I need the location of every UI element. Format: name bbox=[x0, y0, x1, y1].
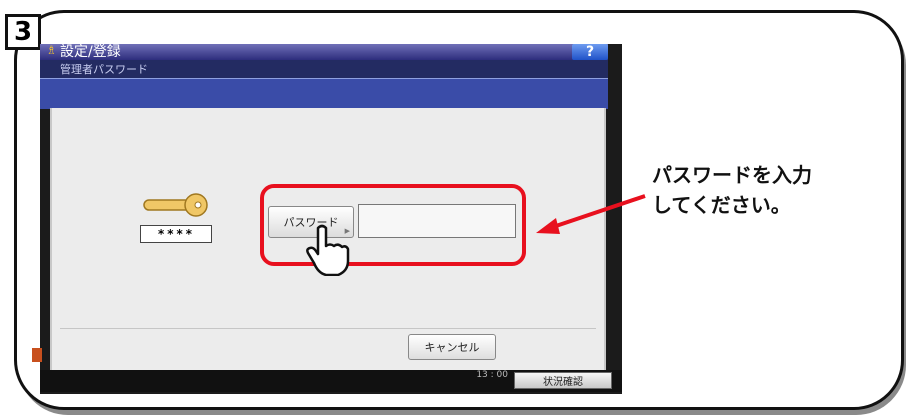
header-band bbox=[40, 78, 608, 109]
screen-subtitle: 管理者パスワード bbox=[60, 63, 148, 76]
clock: 13 : 00 bbox=[476, 370, 508, 380]
subtitle-bar: 管理者パスワード bbox=[40, 60, 608, 78]
callout-line-2: してください。 bbox=[652, 193, 791, 217]
instruction-callout: パスワードを入力 してください。 bbox=[652, 160, 812, 220]
home-icon: ♗ bbox=[46, 43, 57, 57]
screen-title: 設定/登録 bbox=[60, 44, 121, 60]
help-button[interactable]: ? bbox=[572, 44, 608, 60]
status-check-button[interactable]: 状況確認 bbox=[514, 372, 612, 389]
callout-line-1: パスワードを入力 bbox=[652, 163, 812, 187]
arrow-icon bbox=[536, 194, 646, 234]
pointing-hand-icon bbox=[306, 224, 350, 276]
cancel-button[interactable]: キャンセル bbox=[408, 334, 496, 360]
masked-password-display: **** bbox=[140, 225, 212, 243]
side-indicator bbox=[32, 348, 42, 362]
highlight-box bbox=[260, 184, 526, 266]
divider bbox=[60, 328, 596, 329]
step-number: 3 bbox=[5, 14, 41, 50]
key-icon bbox=[143, 193, 208, 217]
title-bar: ♗ 設定/登録 bbox=[40, 44, 608, 60]
